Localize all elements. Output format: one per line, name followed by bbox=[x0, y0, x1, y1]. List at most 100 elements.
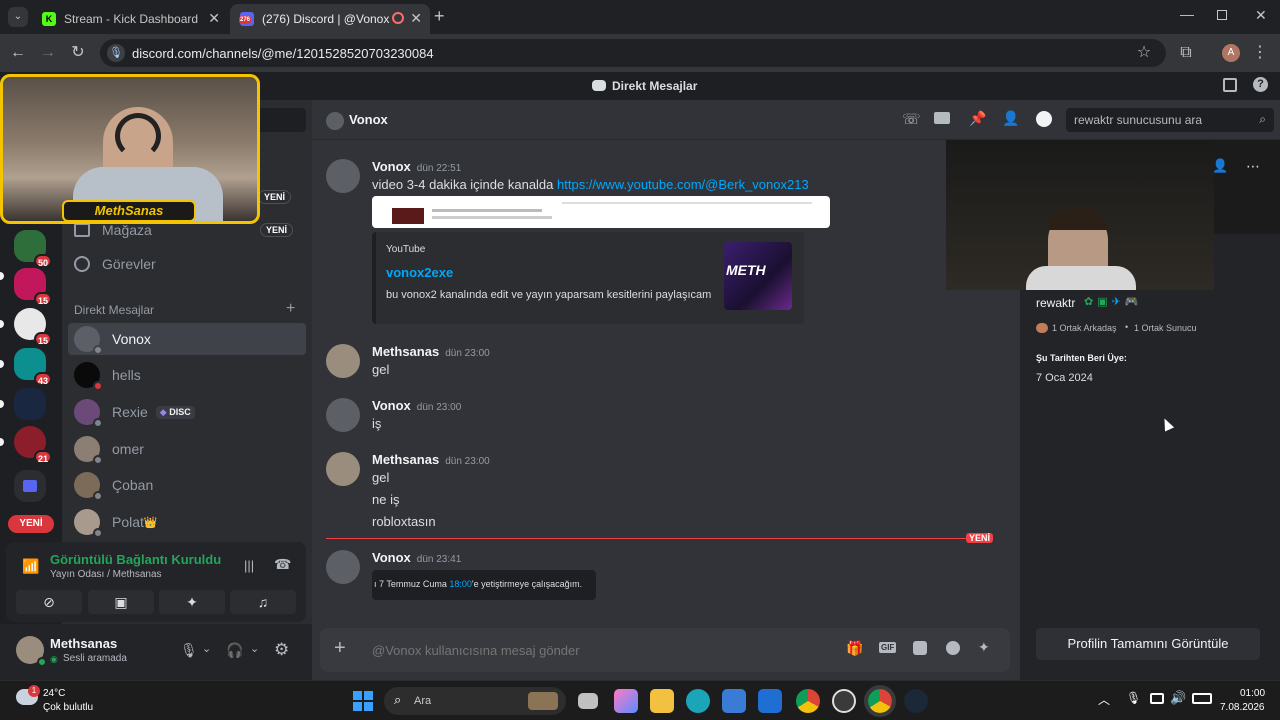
steam-icon[interactable] bbox=[904, 689, 928, 713]
microphone-icon[interactable]: 🎙 bbox=[180, 642, 198, 659]
mail-icon[interactable] bbox=[758, 689, 782, 713]
mutual-servers[interactable]: 1 Ortak Sunucu bbox=[1134, 323, 1197, 333]
voice-channel[interactable]: Yayın Odası / Methsanas bbox=[50, 569, 162, 580]
avatar[interactable] bbox=[326, 398, 360, 432]
extensions-icon[interactable]: ⧉ bbox=[1176, 43, 1196, 63]
avatar[interactable] bbox=[326, 550, 360, 584]
server-icon[interactable]: 15 bbox=[14, 268, 52, 306]
tray-chevron-up-icon[interactable]: ︿ bbox=[1098, 691, 1110, 708]
image-attachment[interactable]: ı 7 Temmuz Cuma 18:00'e yetiştirmeye çal… bbox=[372, 570, 596, 600]
clock-date[interactable]: 7.08.2026 bbox=[1220, 702, 1265, 713]
tab-discord[interactable]: 276 (276) Discord | @Vonox ✕ bbox=[230, 4, 430, 34]
author-name[interactable]: Vonox bbox=[372, 550, 411, 565]
copilot-icon[interactable] bbox=[614, 689, 638, 713]
user-profile-toggle-icon[interactable] bbox=[1036, 111, 1052, 127]
store-icon[interactable] bbox=[722, 689, 746, 713]
chat-header-name[interactable]: Vonox bbox=[349, 112, 388, 127]
avatar[interactable] bbox=[16, 636, 47, 667]
emoji-icon[interactable] bbox=[946, 641, 960, 655]
microphone-tray-icon[interactable]: 🎙 bbox=[1126, 691, 1141, 705]
weather-desc[interactable]: Çok bulutlu bbox=[43, 702, 93, 713]
server-icon[interactable] bbox=[14, 388, 46, 420]
chrome-icon[interactable] bbox=[796, 689, 820, 713]
dm-item-coban[interactable]: Çoban bbox=[68, 469, 306, 501]
avatar[interactable] bbox=[326, 159, 360, 193]
profile-username[interactable]: rewaktr bbox=[1036, 296, 1075, 310]
close-window-icon[interactable]: ✕ bbox=[1255, 7, 1267, 24]
start-button[interactable] bbox=[353, 691, 373, 711]
search-box[interactable]: rewaktr sunucusunu ara ⌕ bbox=[1066, 108, 1274, 132]
attach-plus-icon[interactable]: + bbox=[334, 637, 346, 660]
author-name[interactable]: Methsanas bbox=[372, 452, 439, 467]
chevron-down-icon[interactable]: ⌄ bbox=[202, 642, 211, 655]
avatar[interactable] bbox=[326, 344, 360, 378]
tab-kick-dashboard[interactable]: K Stream - Kick Dashboard ✕ bbox=[32, 4, 228, 34]
battery-icon[interactable] bbox=[1192, 693, 1212, 704]
address-bar[interactable]: 🎙 discord.com/channels/@me/1201528520703… bbox=[100, 39, 1166, 67]
tab-search-button[interactable]: ⌄ bbox=[8, 7, 28, 27]
profile-avatar[interactable]: A bbox=[1222, 44, 1240, 62]
video-call-icon[interactable] bbox=[934, 112, 950, 124]
minimize-icon[interactable]: — bbox=[1180, 6, 1194, 22]
sidebar-item-quests[interactable]: Görevler bbox=[68, 248, 306, 280]
server-icon[interactable]: 50 bbox=[14, 230, 52, 268]
embed-title[interactable]: vonox2exe bbox=[386, 265, 453, 280]
message-input[interactable] bbox=[372, 640, 812, 660]
mutual-friends[interactable]: 1 Ortak Arkadaş bbox=[1052, 323, 1117, 333]
dm-item-hells[interactable]: hells bbox=[68, 359, 306, 391]
voice-call-icon[interactable]: ☏ bbox=[902, 110, 921, 128]
add-friend-icon[interactable]: 👤 bbox=[1212, 158, 1228, 174]
obs-icon[interactable] bbox=[832, 689, 856, 713]
menu-icon[interactable]: ⋮ bbox=[1250, 43, 1270, 63]
disconnect-icon[interactable]: ☎ bbox=[274, 556, 291, 573]
back-icon[interactable]: ← bbox=[8, 43, 28, 63]
site-info-icon[interactable]: 🎙 bbox=[107, 44, 125, 62]
network-icon[interactable] bbox=[1150, 693, 1164, 704]
message-author[interactable]: Vonox dün 22:51 bbox=[372, 159, 461, 174]
reload-icon[interactable]: ↻ bbox=[68, 43, 88, 63]
dm-item-polat[interactable]: Polat 👑 bbox=[68, 506, 306, 538]
image-attachment[interactable] bbox=[372, 196, 830, 228]
settings-gear-icon[interactable]: ⚙ bbox=[274, 640, 289, 660]
youtube-link[interactable]: https://www.youtube.com/@Berk_vonox213 bbox=[557, 177, 809, 192]
user-name[interactable]: Methsanas bbox=[50, 636, 117, 651]
screen-share-button[interactable]: ▣ bbox=[88, 590, 154, 614]
voice-status[interactable]: Görüntülü Bağlantı Kuruldu bbox=[50, 552, 221, 567]
apps-icon[interactable]: ✦ bbox=[978, 639, 990, 656]
camera-off-button[interactable]: ⊘ bbox=[16, 590, 82, 614]
taskbar-search[interactable]: ⌕ Ara bbox=[384, 687, 566, 715]
author-name[interactable]: Vonox bbox=[372, 159, 411, 174]
message-author[interactable]: Methsanas dün 23:00 bbox=[372, 344, 490, 359]
message-author[interactable]: Vonox dün 23:41 bbox=[372, 550, 461, 565]
gift-icon[interactable]: 🎁 bbox=[846, 640, 863, 657]
inbox-icon[interactable] bbox=[1223, 78, 1237, 92]
activities-button[interactable]: ✦ bbox=[159, 590, 225, 614]
author-name[interactable]: Vonox bbox=[372, 398, 411, 413]
close-icon[interactable]: ✕ bbox=[410, 10, 422, 27]
noise-suppression-icon[interactable]: ||| bbox=[244, 558, 254, 573]
soundboard-button[interactable]: ♫ bbox=[230, 590, 296, 614]
embed-thumbnail[interactable]: METH bbox=[724, 242, 792, 310]
file-explorer-icon[interactable] bbox=[650, 689, 674, 713]
bookmark-star-icon[interactable]: ☆ bbox=[1134, 43, 1154, 63]
server-icon[interactable]: 43 bbox=[14, 348, 52, 386]
close-icon[interactable]: ✕ bbox=[208, 10, 220, 27]
task-view-icon[interactable] bbox=[578, 693, 598, 709]
message-author[interactable]: Methsanas dün 23:00 bbox=[372, 452, 490, 467]
add-friend-icon[interactable]: 👤 bbox=[1002, 110, 1019, 127]
server-icon[interactable]: 15 bbox=[14, 308, 52, 346]
forward-icon[interactable]: → bbox=[38, 43, 58, 63]
create-dm-button[interactable]: + bbox=[286, 300, 295, 318]
edge-icon[interactable] bbox=[686, 689, 710, 713]
more-options-icon[interactable]: ⋯ bbox=[1246, 158, 1260, 175]
headphones-icon[interactable]: 🎧 bbox=[226, 642, 243, 659]
volume-icon[interactable]: 🔊 bbox=[1170, 690, 1186, 706]
avatar[interactable] bbox=[326, 452, 360, 486]
chrome-active-icon[interactable] bbox=[864, 685, 896, 717]
pin-icon[interactable]: 📌 bbox=[969, 110, 986, 127]
author-name[interactable]: Methsanas bbox=[372, 344, 439, 359]
new-server-pill[interactable]: YENİ bbox=[8, 515, 54, 533]
chevron-down-icon[interactable]: ⌄ bbox=[250, 642, 259, 655]
dm-item-vonox[interactable]: Vonox bbox=[68, 323, 306, 355]
restore-icon[interactable] bbox=[1217, 10, 1227, 20]
